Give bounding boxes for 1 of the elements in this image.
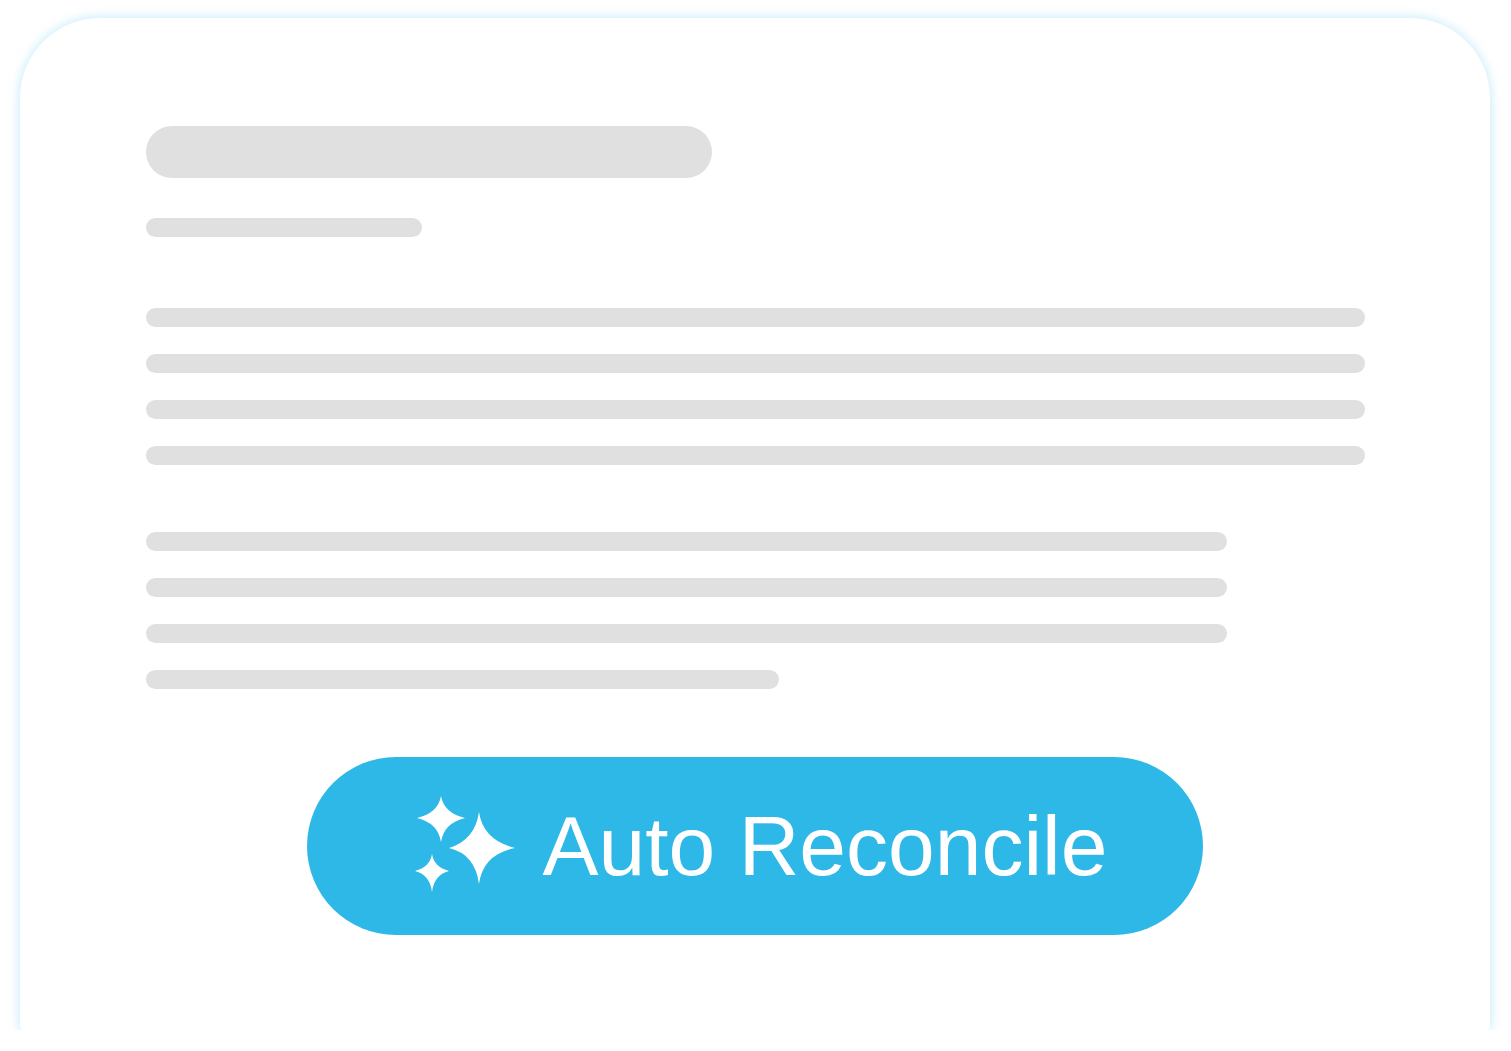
auto-reconcile-button[interactable]: Auto Reconcile [307, 757, 1203, 935]
